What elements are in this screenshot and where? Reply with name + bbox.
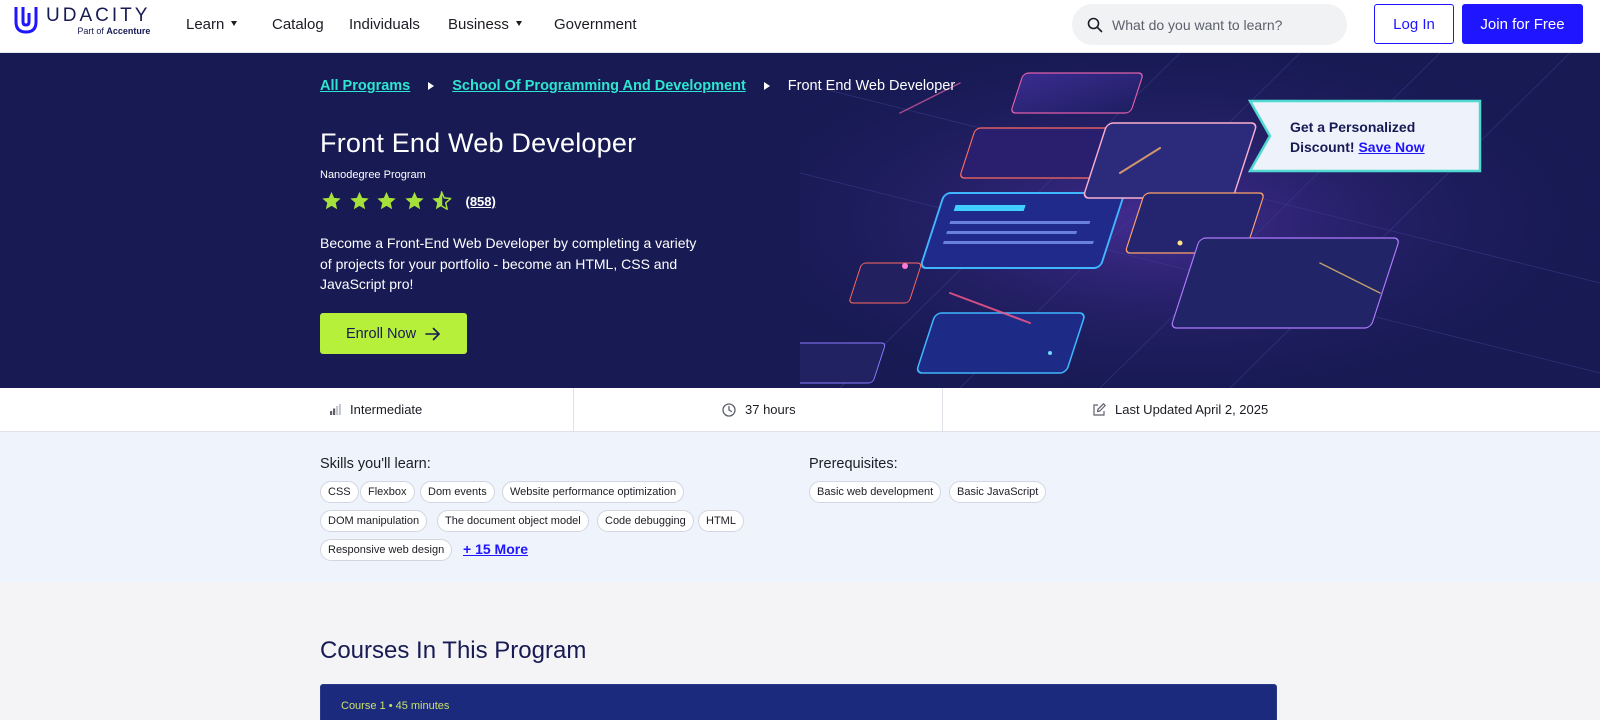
breadcrumb-all-programs[interactable]: All Programs — [320, 78, 410, 94]
divider — [942, 388, 943, 432]
program-title: Front End Web Developer — [320, 128, 637, 158]
skill-chip: HTML — [698, 510, 744, 532]
half-star-icon — [432, 191, 452, 210]
nav-individuals[interactable]: Individuals — [349, 16, 420, 33]
clock-icon — [722, 402, 736, 417]
udacity-logo[interactable]: UDACITY Part of Accenture — [12, 5, 150, 36]
top-navigation-bar: UDACITY Part of Accenture Learn Catalog … — [0, 0, 1600, 53]
duration-info: 37 hours — [722, 402, 796, 417]
skill-chip: DOM manipulation — [320, 510, 428, 532]
skills-heading: Skills you'll learn: — [320, 456, 431, 472]
triangle-right-icon — [763, 82, 770, 90]
skill-chip: Code debugging — [597, 510, 694, 532]
star-icon — [404, 191, 424, 210]
nav-learn[interactable]: Learn — [186, 16, 238, 33]
review-count-link[interactable]: (858) — [466, 194, 496, 209]
edit-icon — [1093, 402, 1106, 416]
skill-chip: Flexbox — [360, 481, 415, 503]
level-bars-icon — [330, 404, 341, 415]
chevron-down-icon — [515, 21, 522, 27]
nav-business[interactable]: Business — [448, 16, 522, 33]
course-meta: Course 1 • 45 minutes — [341, 700, 450, 712]
brand-subline: Part of Accenture — [77, 26, 151, 36]
search-input[interactable] — [1112, 16, 1332, 33]
skill-chip: Website performance optimization — [502, 481, 685, 503]
search-box[interactable] — [1072, 4, 1347, 45]
udacity-logo-mark-icon — [14, 7, 38, 34]
skill-chip: Dom events — [420, 481, 495, 503]
program-hero: All Programs School Of Programming And D… — [0, 53, 1600, 388]
prerequisite-chip: Basic web development — [809, 481, 942, 503]
skill-chip: The document object model — [437, 510, 589, 532]
enroll-now-button[interactable]: Enroll Now — [320, 313, 467, 354]
nav-catalog[interactable]: Catalog — [272, 16, 324, 33]
triangle-right-icon — [428, 82, 435, 90]
brand-name: UDACITY — [46, 5, 151, 26]
breadcrumb-current: Front End Web Developer — [787, 78, 956, 94]
chevron-down-icon — [231, 21, 238, 27]
skill-chip: CSS — [320, 481, 359, 503]
divider — [573, 388, 574, 432]
skills-section: Skills you'll learn: CSS Flexbox Dom eve… — [0, 432, 1600, 582]
breadcrumb: All Programs School Of Programming And D… — [320, 78, 955, 94]
course-card[interactable]: Course 1 • 45 minutes — [320, 684, 1277, 720]
program-description: Become a Front-End Web Developer by comp… — [320, 235, 697, 292]
save-now-link[interactable]: Save Now — [1358, 139, 1424, 155]
discount-banner[interactable]: Get a Personalized Discount! Save Now — [1248, 99, 1482, 173]
program-meta-bar: Intermediate 37 hours Last Updated April… — [0, 388, 1600, 432]
last-updated-info: Last Updated April 2, 2025 — [1092, 402, 1268, 417]
join-free-button[interactable]: Join for Free — [1462, 4, 1583, 44]
courses-heading: Courses In This Program — [320, 637, 587, 664]
rating: (858) — [320, 190, 496, 212]
breadcrumb-school[interactable]: School Of Programming And Development — [452, 78, 746, 94]
prerequisite-chip: Basic JavaScript — [949, 481, 1047, 503]
skill-chip: Responsive web design — [320, 539, 453, 561]
star-icon — [322, 191, 341, 210]
prerequisites-heading: Prerequisites: — [809, 456, 898, 472]
star-icon — [377, 191, 396, 210]
nav-government[interactable]: Government — [554, 16, 637, 33]
login-button[interactable]: Log In — [1374, 4, 1454, 44]
discount-text: Get a Personalized Discount! Save Now — [1290, 119, 1425, 155]
star-icon — [349, 191, 369, 210]
arrow-right-icon — [425, 327, 440, 340]
more-skills-link[interactable]: + 15 More — [463, 541, 528, 557]
level-info: Intermediate — [330, 402, 422, 417]
search-icon — [1087, 17, 1103, 32]
program-type: Nanodegree Program — [320, 169, 426, 181]
